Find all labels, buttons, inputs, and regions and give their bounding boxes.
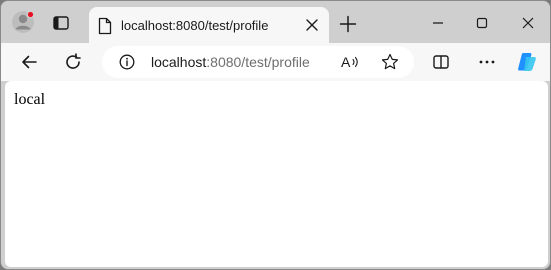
profile-icon[interactable] (11, 10, 35, 34)
close-icon[interactable] (304, 17, 320, 33)
url-path: :8080/test/profile (206, 54, 310, 70)
star-icon[interactable] (380, 53, 400, 71)
tab-title: localhost:8080/test/profile (121, 18, 269, 33)
read-aloud-icon[interactable]: A (340, 53, 360, 71)
address-bar[interactable]: localhost:8080/test/profile A (102, 46, 414, 78)
plus-icon[interactable] (339, 15, 357, 33)
more-icon[interactable] (477, 52, 497, 72)
page-content: local (5, 81, 548, 267)
copilot-icon[interactable] (516, 51, 538, 73)
title-bar: localhost:8080/test/profile (1, 1, 550, 43)
tab-actions-icon[interactable] (51, 13, 71, 33)
browser-window: localhost:8080/test/profile localhost:80… (0, 0, 551, 270)
page-icon (97, 17, 113, 35)
page-text: local (14, 91, 46, 108)
back-arrow-icon[interactable] (19, 52, 39, 72)
active-tab[interactable]: localhost:8080/test/profile (89, 7, 329, 43)
refresh-icon[interactable] (63, 52, 83, 72)
info-icon[interactable] (119, 54, 135, 70)
url-text[interactable]: localhost:8080/test/profile (151, 54, 310, 70)
maximize-icon[interactable] (473, 14, 491, 32)
minimize-icon[interactable] (429, 14, 447, 32)
close-window-icon[interactable] (519, 14, 537, 32)
split-screen-icon[interactable] (431, 52, 451, 72)
url-host: localhost (151, 54, 207, 70)
toolbar: localhost:8080/test/profile A (1, 43, 550, 81)
svg-text:A: A (341, 54, 351, 70)
